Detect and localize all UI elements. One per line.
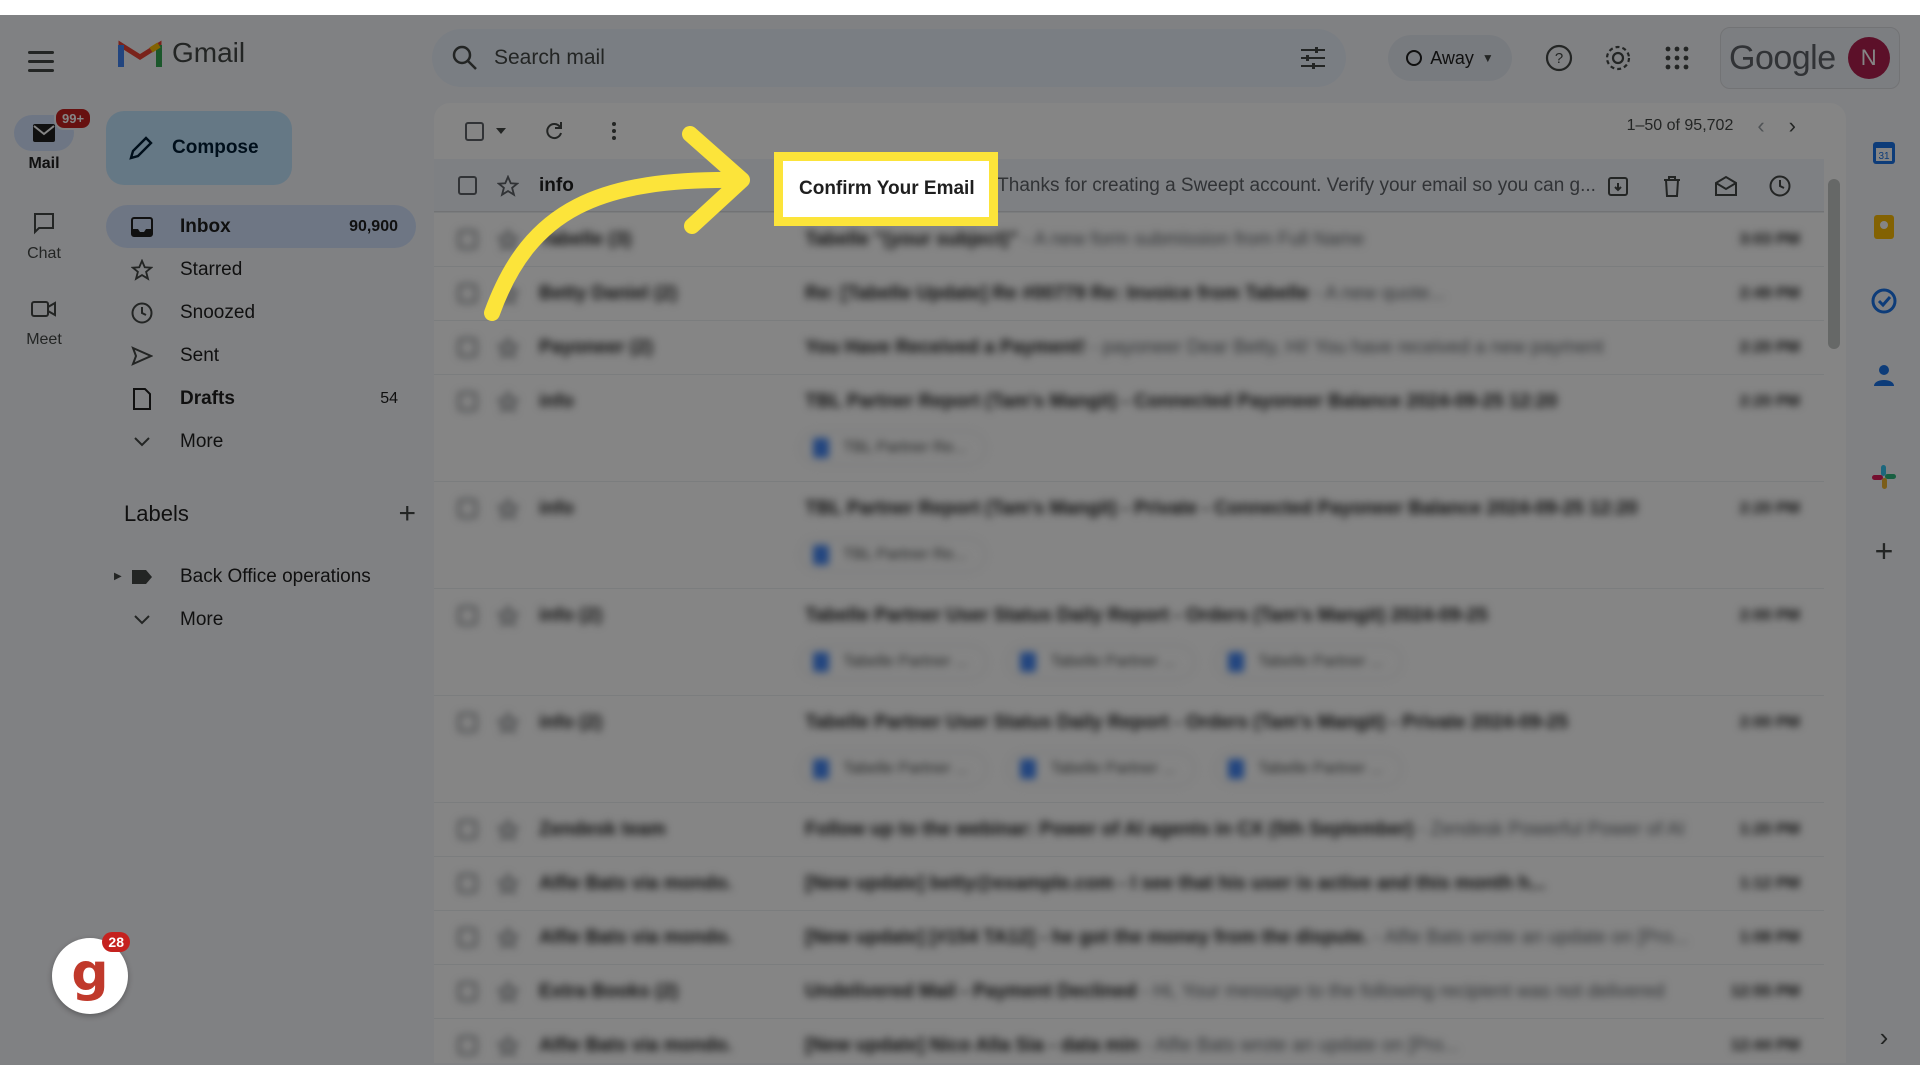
tutorial-arrow-icon <box>484 126 750 321</box>
extension-count-badge: 28 <box>102 932 130 952</box>
extension-badge[interactable]: g 28 <box>52 932 130 1014</box>
highlighted-subject-text: Confirm Your Email <box>799 178 975 199</box>
highlighted-subject[interactable]: Confirm Your Email <box>774 152 998 226</box>
extension-g-icon: g <box>71 943 109 1003</box>
